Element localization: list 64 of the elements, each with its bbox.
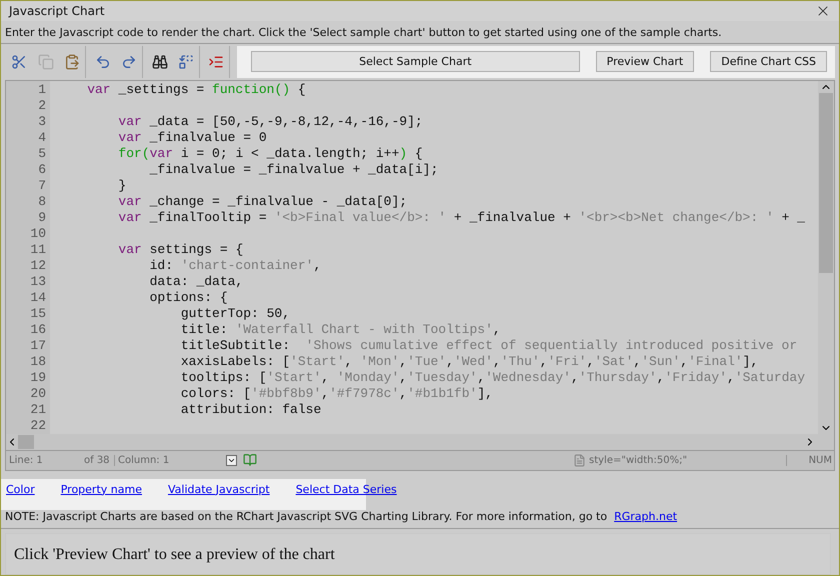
line-number: 7 bbox=[37, 178, 47, 194]
line-number: 19 bbox=[29, 370, 47, 386]
line-number: 8 bbox=[37, 194, 47, 210]
code-line: for(var i = 0; i < _data.length; i++) { bbox=[117, 146, 424, 162]
link[interactable]: Select Data Series bbox=[296, 482, 397, 497]
column-status: Column: 1 bbox=[114, 454, 214, 466]
line-number: 21 bbox=[29, 402, 47, 418]
window-title: Javascript Chart bbox=[9, 4, 105, 18]
code-line: var _finalTooltip = '<b>Final value</b>: ' + _finalvalue + '<br><b>Net change</b>: ' + _ bbox=[117, 210, 806, 226]
line-number: 14 bbox=[29, 290, 47, 306]
code-line: attribution: false bbox=[180, 402, 322, 418]
code-line: var settings = { bbox=[117, 242, 244, 258]
code-line: var _change = _finalvalue - _data[0]; bbox=[117, 194, 408, 210]
line-number: 11 bbox=[29, 242, 47, 258]
line-number: 15 bbox=[29, 306, 47, 322]
line-number: 18 bbox=[29, 354, 47, 370]
link[interactable]: Color bbox=[6, 482, 35, 497]
line-number: 9 bbox=[37, 210, 47, 226]
code-line: colors: ['#bbf8b9','#f7978c','#b1b1fb'], bbox=[180, 386, 494, 402]
preview-message: Click 'Preview Chart' to see a preview of the chart bbox=[14, 546, 335, 563]
scroll-thumb[interactable] bbox=[18, 434, 34, 449]
code-line: var _data = [50,-5,-9,-8,12,-4,-16,-9]; bbox=[117, 114, 424, 130]
line-number: 10 bbox=[29, 226, 47, 242]
rgraph-link[interactable]: RGraph.net bbox=[614, 510, 678, 524]
code-line: title: 'Waterfall Chart - with Tooltips', bbox=[180, 322, 502, 338]
line-number: 2 bbox=[37, 98, 47, 114]
link[interactable]: Validate Javascript bbox=[168, 482, 270, 497]
line-status: Line: 1 bbox=[8, 454, 44, 466]
line-number: 17 bbox=[29, 338, 47, 354]
code-line: var _finalvalue = 0 bbox=[117, 130, 268, 146]
code-line: options: { bbox=[148, 290, 229, 306]
line-number: 13 bbox=[29, 274, 47, 290]
code-line: id: 'chart-container', bbox=[148, 258, 322, 274]
line-number: 4 bbox=[37, 130, 47, 146]
toolbar-button[interactable]: Preview Chart bbox=[596, 51, 694, 72]
line-number: 20 bbox=[29, 386, 47, 402]
code-line: var _settings = function() { bbox=[86, 82, 307, 98]
line-number: 12 bbox=[29, 258, 47, 274]
note-text: NOTE: Javascript Charts are based on the RChart Javascript SVG Charting Library. For more information, go to bbox=[5, 510, 608, 524]
code-line: gutterTop: 50, bbox=[180, 306, 292, 322]
book-icon bbox=[243, 453, 257, 468]
line-count: of 38 bbox=[83, 454, 111, 466]
line-number: 22 bbox=[29, 418, 47, 434]
code-line: tooltips: ['Start', 'Monday','Tuesday','Wednesday','Thursday','Friday','Saturday bbox=[180, 370, 806, 386]
toolbar-button[interactable]: Select Sample Chart bbox=[251, 51, 580, 72]
attribute-status: style="width:50%;" bbox=[588, 454, 688, 466]
line-number: 1 bbox=[37, 82, 47, 98]
code-line: } bbox=[117, 178, 128, 194]
code-line: xaxisLabels: ['Start', 'Mon','Tue','Wed','Thu','Fri','Sat','Sun','Final'], bbox=[180, 354, 760, 370]
link[interactable]: Property name bbox=[60, 482, 142, 497]
code-line: titleSubtitle: 'Shows cumulative effect of sequentially introduced positive or bbox=[180, 338, 798, 354]
document-icon bbox=[573, 454, 586, 467]
instruction-text: Enter the Javascript code to render the chart. Click the 'Select sample chart' button to get started using one of the sample charts. bbox=[1, 20, 839, 44]
horizontal-scrollbar[interactable] bbox=[6, 434, 834, 450]
dropdown-button[interactable] bbox=[226, 454, 237, 466]
mode-status: NUM bbox=[786, 454, 834, 466]
line-number: 16 bbox=[29, 322, 47, 338]
line-number: 3 bbox=[37, 114, 47, 130]
code-line: _finalvalue = _finalvalue + _data[i]; bbox=[148, 162, 440, 178]
line-number: 6 bbox=[37, 162, 47, 178]
vertical-scrollbar[interactable] bbox=[818, 80, 834, 434]
toolbar-button[interactable]: Define Chart CSS bbox=[710, 51, 827, 72]
line-number: 5 bbox=[37, 146, 47, 162]
code-line: data: _data, bbox=[148, 274, 244, 290]
